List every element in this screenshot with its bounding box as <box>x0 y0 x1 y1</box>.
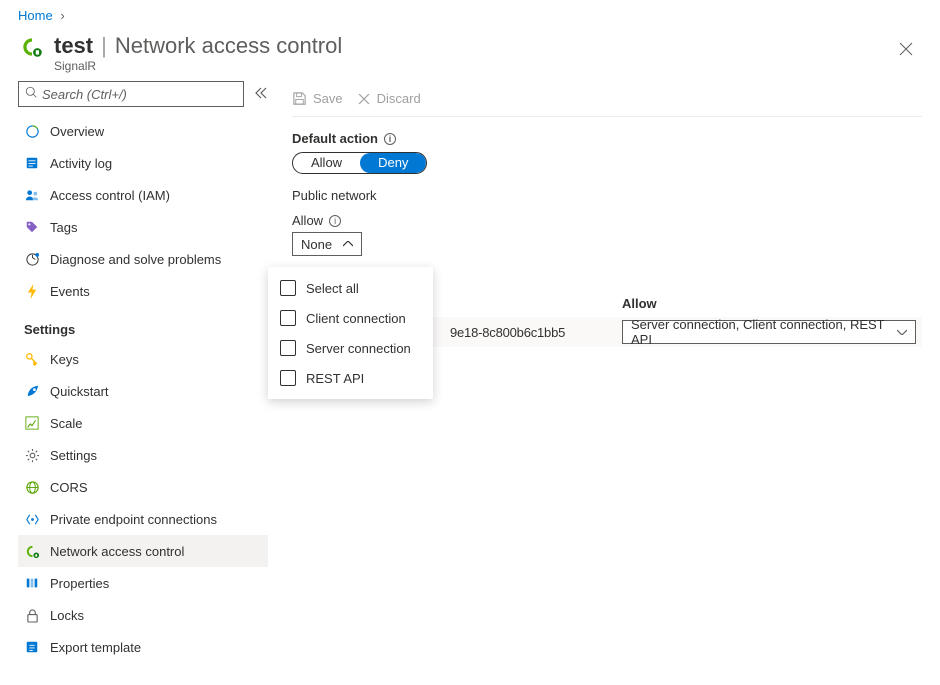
title-separator: | <box>101 33 107 59</box>
nav-keys[interactable]: Keys <box>18 343 268 375</box>
nav-settings[interactable]: Settings <box>18 439 268 471</box>
close-button[interactable] <box>890 33 922 65</box>
sidebar: Overview Activity log Access control (IA… <box>18 81 268 663</box>
nav-diagnose[interactable]: Diagnose and solve problems <box>18 243 268 275</box>
option-server-connection[interactable]: Server connection <box>268 333 433 363</box>
events-icon <box>24 284 40 299</box>
private-endpoint-icon <box>24 512 40 527</box>
resource-name: test <box>54 33 93 59</box>
option-rest-api[interactable]: REST API <box>268 363 433 393</box>
nav-cors[interactable]: CORS <box>18 471 268 503</box>
scale-icon <box>24 416 40 430</box>
discard-icon <box>357 92 371 106</box>
breadcrumb: Home › <box>0 0 940 27</box>
info-icon[interactable]: i <box>384 133 396 145</box>
breadcrumb-home[interactable]: Home <box>18 8 53 23</box>
main-content: Save Discard Default action i Allow Deny… <box>268 81 922 663</box>
default-action-label: Default action i <box>292 131 922 146</box>
default-action-toggle[interactable]: Allow Deny <box>292 152 427 174</box>
nav-network-access-control[interactable]: Network access control <box>18 535 268 567</box>
gear-icon <box>24 448 40 463</box>
sidebar-nav: Overview Activity log Access control (IA… <box>18 115 268 663</box>
cors-icon <box>24 480 40 495</box>
allow-dropdown-button[interactable]: None <box>292 232 362 256</box>
option-select-all[interactable]: Select all <box>268 273 433 303</box>
table-header-allow: Allow <box>622 296 922 311</box>
collapse-sidebar-button[interactable] <box>254 87 268 102</box>
nav-tags[interactable]: Tags <box>18 211 268 243</box>
search-input[interactable] <box>42 87 237 102</box>
properties-icon <box>24 576 40 590</box>
public-network-heading: Public network <box>292 188 922 203</box>
signalr-icon <box>18 33 46 61</box>
chevron-up-icon <box>343 239 353 250</box>
search-icon <box>25 86 38 102</box>
allow-dropdown-panel: Select all Client connection Server conn… <box>268 267 433 399</box>
toggle-allow[interactable]: Allow <box>293 153 360 173</box>
checkbox[interactable] <box>280 280 296 296</box>
chevron-right-icon: › <box>60 8 64 23</box>
save-button[interactable]: Save <box>292 91 343 106</box>
export-icon <box>24 640 40 654</box>
page-title: Network access control <box>115 33 342 59</box>
nac-icon <box>24 544 40 559</box>
nav-iam[interactable]: Access control (IAM) <box>18 179 268 211</box>
checkbox[interactable] <box>280 370 296 386</box>
row-allow-dropdown[interactable]: Server connection, Client connection, RE… <box>622 320 916 344</box>
resource-type: SignalR <box>54 59 890 73</box>
tags-icon <box>24 220 40 234</box>
toggle-deny[interactable]: Deny <box>360 153 426 173</box>
overview-icon <box>24 124 40 139</box>
nav-locks[interactable]: Locks <box>18 599 268 631</box>
quickstart-icon <box>24 384 40 399</box>
checkbox[interactable] <box>280 340 296 356</box>
keys-icon <box>24 352 40 366</box>
page-header: test | Network access control SignalR <box>0 27 940 81</box>
search-box[interactable] <box>18 81 244 107</box>
activity-log-icon <box>24 156 40 170</box>
discard-button[interactable]: Discard <box>357 91 421 106</box>
nav-quickstart[interactable]: Quickstart <box>18 375 268 407</box>
nav-properties[interactable]: Properties <box>18 567 268 599</box>
iam-icon <box>24 188 40 203</box>
nav-private-endpoints[interactable]: Private endpoint connections <box>18 503 268 535</box>
toolbar: Save Discard <box>292 81 922 117</box>
option-client-connection[interactable]: Client connection <box>268 303 433 333</box>
nav-activity-log[interactable]: Activity log <box>18 147 268 179</box>
info-icon[interactable]: i <box>329 215 341 227</box>
nav-overview[interactable]: Overview <box>18 115 268 147</box>
nav-scale[interactable]: Scale <box>18 407 268 439</box>
nav-section-settings: Settings <box>18 315 268 343</box>
save-icon <box>292 91 307 106</box>
lock-icon <box>24 608 40 623</box>
nav-export-template[interactable]: Export template <box>18 631 268 663</box>
checkbox[interactable] <box>280 310 296 326</box>
chevron-down-icon <box>897 327 907 338</box>
nav-events[interactable]: Events <box>18 275 268 307</box>
allow-label: Allow i <box>292 213 922 228</box>
diagnose-icon <box>24 252 40 267</box>
